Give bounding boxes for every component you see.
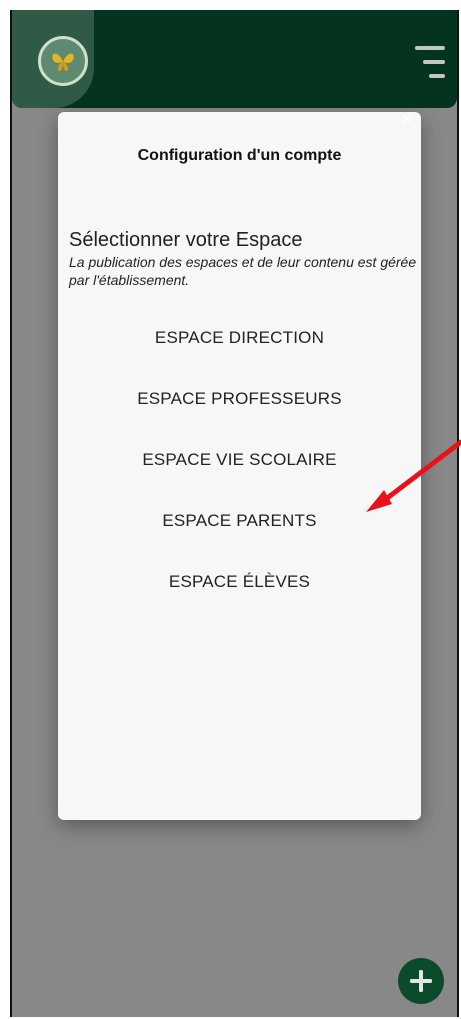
option-espace-eleves[interactable]: ESPACE ÉLÈVES bbox=[58, 572, 421, 592]
option-espace-direction[interactable]: ESPACE DIRECTION bbox=[58, 328, 421, 348]
butterfly-icon[interactable] bbox=[38, 36, 88, 86]
close-icon[interactable]: ✕ bbox=[399, 112, 415, 128]
app-header bbox=[12, 10, 457, 108]
add-button[interactable] bbox=[398, 958, 444, 1004]
option-espace-vie-scolaire[interactable]: ESPACE VIE SCOLAIRE bbox=[58, 450, 421, 470]
section-heading: Sélectionner votre Espace bbox=[69, 229, 303, 251]
plus-icon bbox=[410, 970, 432, 992]
option-espace-parents[interactable]: ESPACE PARENTS bbox=[58, 511, 421, 531]
option-espace-professeurs[interactable]: ESPACE PROFESSEURS bbox=[58, 389, 421, 409]
account-config-dialog: ✕ Configuration d'un compte Sélectionner… bbox=[58, 112, 421, 820]
dialog-title: Configuration d'un compte bbox=[137, 147, 342, 164]
app-screen: ✕ Configuration d'un compte Sélectionner… bbox=[10, 10, 459, 1017]
hamburger-menu-icon[interactable] bbox=[415, 46, 445, 80]
section-description: La publication des espaces et de leur co… bbox=[69, 254, 417, 288]
